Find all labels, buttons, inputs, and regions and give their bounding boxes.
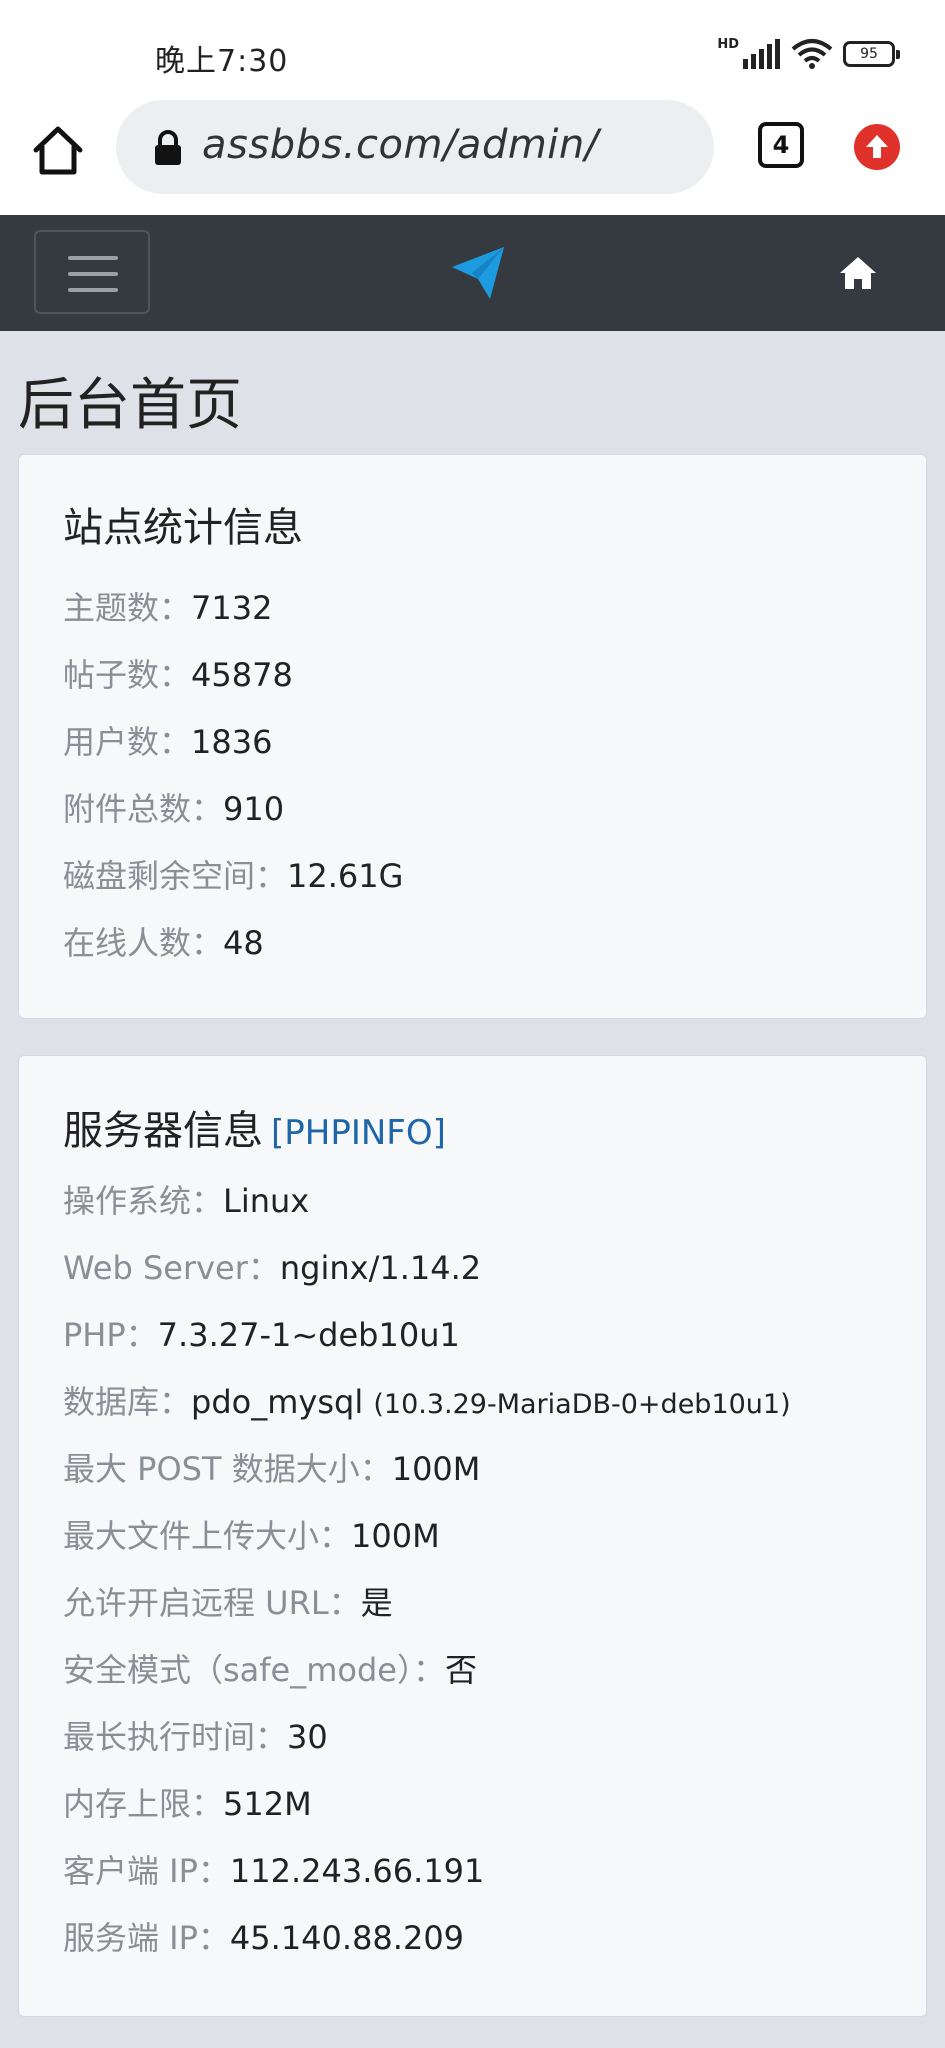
page-title: 后台首页 xyxy=(18,373,242,438)
signal-icon xyxy=(743,39,780,69)
status-bar: 晚上7:30 HD 95 xyxy=(0,0,945,100)
url-bar[interactable]: assbbs.com/admin/ xyxy=(116,100,714,194)
info-value: nginx/1.14.2 xyxy=(279,1249,482,1287)
info-row: 数据库：pdo_mysql (10.3.29-MariaDB-0+deb10u1… xyxy=(63,1377,791,1423)
stat-row: 主题数：7132 xyxy=(63,583,272,629)
stat-row: 磁盘剩余空间：12.61G xyxy=(63,851,403,897)
info-row: 安全模式（safe_mode）：否 xyxy=(63,1645,477,1691)
stat-row: 在线人数：48 xyxy=(63,918,264,964)
home-icon[interactable] xyxy=(838,253,878,293)
stat-value: 48 xyxy=(223,924,264,962)
url-text[interactable]: assbbs.com/admin/ xyxy=(202,122,599,168)
info-row: 服务端 IP：45.140.88.209 xyxy=(63,1913,464,1959)
info-label: 内存上限： xyxy=(63,1785,224,1823)
status-time: 晚上7:30 xyxy=(155,44,289,79)
stat-label: 帖子数： xyxy=(63,656,192,694)
browser-home-icon[interactable] xyxy=(30,122,86,178)
info-value: 是 xyxy=(360,1584,393,1622)
stat-value: 910 xyxy=(223,790,285,828)
arrow-up-icon xyxy=(866,135,888,158)
info-row: 最大 POST 数据大小：100M xyxy=(63,1444,480,1490)
stat-label: 在线人数： xyxy=(63,924,224,962)
status-icons: HD 95 xyxy=(717,36,900,72)
card-heading: 站点统计信息 xyxy=(63,505,303,551)
info-label: 安全模式（safe_mode）： xyxy=(63,1651,445,1689)
stat-value: 7132 xyxy=(191,589,273,627)
phpinfo-link[interactable]: [PHPINFO] xyxy=(271,1113,446,1153)
info-label: 最大 POST 数据大小： xyxy=(63,1450,392,1488)
server-info-card: 服务器信息 [PHPINFO] 操作系统：Linux Web Server：ngi… xyxy=(18,1055,927,2017)
info-value: 否 xyxy=(445,1651,478,1689)
browser-toolbar: assbbs.com/admin/ 4 xyxy=(0,100,945,215)
info-label: Web Server： xyxy=(63,1249,280,1287)
info-row: 操作系统：Linux xyxy=(63,1176,309,1222)
stat-row: 附件总数：910 xyxy=(63,784,284,830)
stat-label: 磁盘剩余空间： xyxy=(63,857,288,895)
stat-row: 用户数：1836 xyxy=(63,717,272,763)
info-row: 允许开启远程 URL：是 xyxy=(63,1578,393,1624)
info-label: 最长执行时间： xyxy=(63,1718,288,1756)
info-value: 112.243.66.191 xyxy=(229,1852,485,1890)
update-icon[interactable] xyxy=(854,124,900,170)
stat-value: 1836 xyxy=(191,723,273,761)
stat-value: 12.61G xyxy=(287,857,404,895)
info-value: Linux xyxy=(223,1182,310,1220)
info-value: 100M xyxy=(351,1517,440,1555)
paper-plane-logo-icon[interactable] xyxy=(450,245,506,301)
wifi-icon xyxy=(791,39,833,69)
info-label: 数据库： xyxy=(63,1383,192,1421)
info-row: 最长执行时间：30 xyxy=(63,1712,328,1758)
info-label: 客户端 IP： xyxy=(63,1852,230,1890)
stat-label: 附件总数： xyxy=(63,790,224,828)
hd-label: HD xyxy=(717,36,739,52)
menu-toggle-button[interactable] xyxy=(34,230,150,314)
info-row: Web Server：nginx/1.14.2 xyxy=(63,1243,481,1289)
info-row: 客户端 IP：112.243.66.191 xyxy=(63,1846,484,1892)
card-heading: 服务器信息 [PHPINFO] xyxy=(63,1098,446,1156)
site-navbar xyxy=(0,215,945,331)
info-label: 允许开启远程 URL： xyxy=(63,1584,361,1622)
stat-row: 帖子数：45878 xyxy=(63,650,293,696)
stat-label: 主题数： xyxy=(63,589,192,627)
site-stats-card: 站点统计信息 主题数：7132 帖子数：45878 用户数：1836 附件总数：… xyxy=(18,454,927,1019)
info-label: 操作系统： xyxy=(63,1182,224,1220)
info-label: PHP： xyxy=(63,1316,158,1354)
tabs-count-button[interactable]: 4 xyxy=(758,122,804,168)
info-label: 服务端 IP： xyxy=(63,1919,230,1957)
stat-value: 45878 xyxy=(191,656,293,694)
stat-label: 用户数： xyxy=(63,723,192,761)
info-value: 45.140.88.209 xyxy=(229,1919,465,1957)
info-value: 100M xyxy=(391,1450,481,1488)
info-value: pdo_mysql xyxy=(191,1383,364,1421)
server-info-heading: 服务器信息 xyxy=(63,1108,263,1154)
lock-icon xyxy=(155,130,181,165)
info-row: 内存上限：512M xyxy=(63,1779,312,1825)
info-value: 30 xyxy=(287,1718,328,1756)
info-extra: (10.3.29-MariaDB-0+deb10u1) xyxy=(373,1389,791,1420)
info-row: PHP：7.3.27-1~deb10u1 xyxy=(63,1310,460,1356)
info-value: 512M xyxy=(223,1785,312,1823)
info-label: 最大文件上传大小： xyxy=(63,1517,352,1555)
info-value: 7.3.27-1~deb10u1 xyxy=(157,1316,460,1354)
info-row: 最大文件上传大小：100M xyxy=(63,1511,440,1557)
battery-icon: 95 xyxy=(843,41,900,67)
